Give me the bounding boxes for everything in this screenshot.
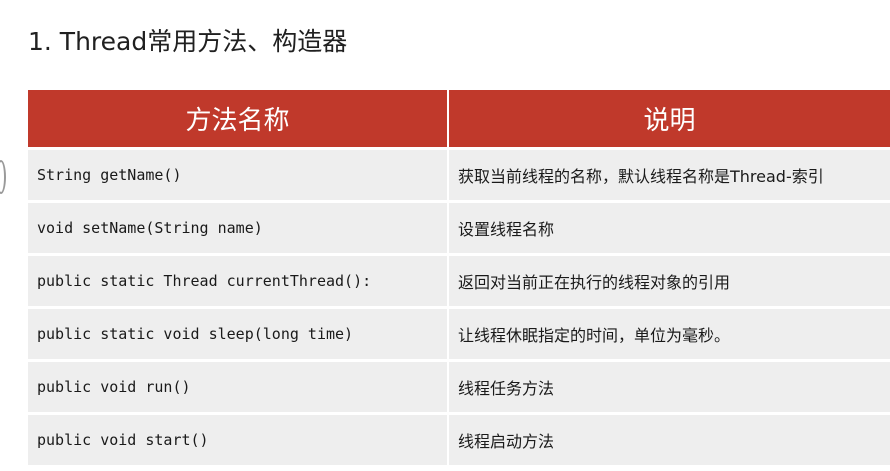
description-cell: 线程启动方法 [449, 415, 890, 465]
header-method-name: 方法名称 [28, 90, 449, 147]
description-cell: 返回对当前正在执行的线程对象的引用 [449, 256, 890, 306]
description-cell: 让线程休眠指定的时间，单位为毫秒。 [449, 309, 890, 359]
header-description: 说明 [449, 90, 890, 147]
method-cell: public void start() [28, 415, 449, 465]
methods-table: 方法名称 说明 String getName() 获取当前线程的名称，默认线程名… [28, 90, 890, 465]
description-cell: 设置线程名称 [449, 203, 890, 253]
page-title: 1. Thread常用方法、构造器 [28, 27, 348, 56]
description-cell: 获取当前线程的名称，默认线程名称是Thread-索引 [449, 150, 890, 200]
method-cell: public static Thread currentThread(): [28, 256, 449, 306]
method-cell: public void run() [28, 362, 449, 412]
description-cell: 线程任务方法 [449, 362, 890, 412]
method-cell: void setName(String name) [28, 203, 449, 253]
method-cell: String getName() [28, 150, 449, 200]
edge-circle-icon [0, 160, 6, 194]
method-cell: public static void sleep(long time) [28, 309, 449, 359]
